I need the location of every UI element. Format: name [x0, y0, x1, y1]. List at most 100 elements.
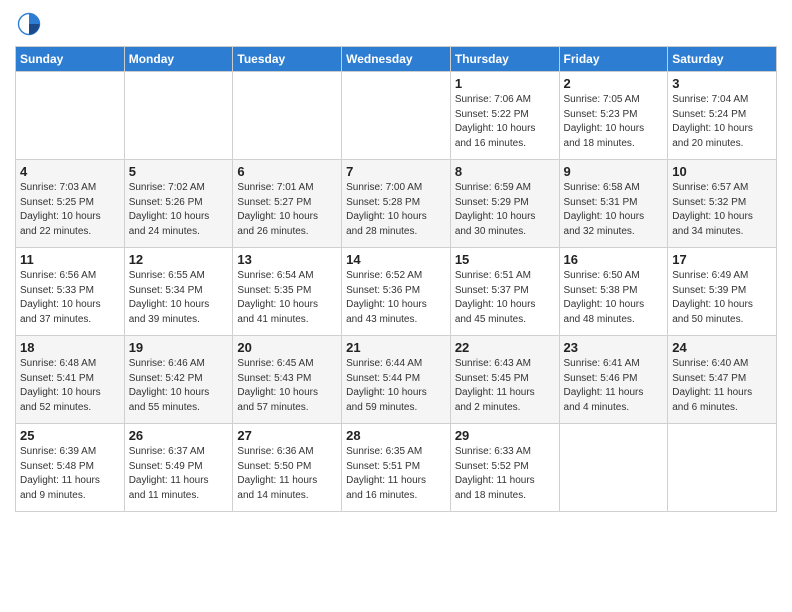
day-cell: 7 Sunrise: 7:00 AM Sunset: 5:28 PM Daylig… — [342, 160, 451, 248]
day-cell: 19 Sunrise: 6:46 AM Sunset: 5:42 PM Dayli… — [124, 336, 233, 424]
day-info: Sunrise: 7:05 AM Sunset: 5:23 PM Dayligh… — [564, 93, 664, 151]
day-number: 2 — [564, 76, 664, 91]
day-number: 19 — [129, 340, 229, 355]
header-cell-saturday: Saturday — [668, 47, 777, 72]
day-number: 25 — [20, 428, 120, 443]
calendar-body: 1 Sunrise: 7:06 AM Sunset: 5:22 PM Daylig… — [16, 72, 777, 512]
header-row: SundayMondayTuesdayWednesdayThursdayFrid… — [16, 47, 777, 72]
day-info: Sunrise: 6:45 AM Sunset: 5:43 PM Dayligh… — [237, 357, 337, 415]
day-number: 9 — [564, 164, 664, 179]
day-number: 22 — [455, 340, 555, 355]
calendar-table: SundayMondayTuesdayWednesdayThursdayFrid… — [15, 46, 777, 512]
day-info: Sunrise: 6:33 AM Sunset: 5:52 PM Dayligh… — [455, 445, 555, 503]
day-number: 14 — [346, 252, 446, 267]
day-cell: 27 Sunrise: 6:36 AM Sunset: 5:50 PM Dayli… — [233, 424, 342, 512]
header-cell-wednesday: Wednesday — [342, 47, 451, 72]
day-number: 5 — [129, 164, 229, 179]
day-number: 27 — [237, 428, 337, 443]
calendar-header: SundayMondayTuesdayWednesdayThursdayFrid… — [16, 47, 777, 72]
day-number: 29 — [455, 428, 555, 443]
day-number: 8 — [455, 164, 555, 179]
day-number: 3 — [672, 76, 772, 91]
header-cell-monday: Monday — [124, 47, 233, 72]
day-info: Sunrise: 6:44 AM Sunset: 5:44 PM Dayligh… — [346, 357, 446, 415]
day-cell — [124, 72, 233, 160]
day-number: 1 — [455, 76, 555, 91]
day-info: Sunrise: 6:35 AM Sunset: 5:51 PM Dayligh… — [346, 445, 446, 503]
day-cell — [233, 72, 342, 160]
day-cell: 18 Sunrise: 6:48 AM Sunset: 5:41 PM Dayli… — [16, 336, 125, 424]
day-cell — [559, 424, 668, 512]
day-cell: 20Sunrise: 6:45 AM Sunset: 5:43 PM Dayli… — [233, 336, 342, 424]
day-number: 24 — [672, 340, 772, 355]
day-info: Sunrise: 6:48 AM Sunset: 5:41 PM Dayligh… — [20, 357, 120, 415]
day-cell: 25 Sunrise: 6:39 AM Sunset: 5:48 PM Dayli… — [16, 424, 125, 512]
day-cell: 4 Sunrise: 7:03 AM Sunset: 5:25 PM Daylig… — [16, 160, 125, 248]
day-number: 7 — [346, 164, 446, 179]
day-cell: 17 Sunrise: 6:49 AM Sunset: 5:39 PM Dayli… — [668, 248, 777, 336]
day-cell: 24 Sunrise: 6:40 AM Sunset: 5:47 PM Dayli… — [668, 336, 777, 424]
day-number: 23 — [564, 340, 664, 355]
day-info: Sunrise: 6:59 AM Sunset: 5:29 PM Dayligh… — [455, 181, 555, 239]
day-info: Sunrise: 6:51 AM Sunset: 5:37 PM Dayligh… — [455, 269, 555, 327]
day-info: Sunrise: 6:49 AM Sunset: 5:39 PM Dayligh… — [672, 269, 772, 327]
day-number: 4 — [20, 164, 120, 179]
day-info: Sunrise: 7:00 AM Sunset: 5:28 PM Dayligh… — [346, 181, 446, 239]
day-cell: 9 Sunrise: 6:58 AM Sunset: 5:31 PM Daylig… — [559, 160, 668, 248]
day-number: 6 — [237, 164, 337, 179]
day-cell — [342, 72, 451, 160]
day-info: Sunrise: 6:46 AM Sunset: 5:42 PM Dayligh… — [129, 357, 229, 415]
day-cell: 14Sunrise: 6:52 AM Sunset: 5:36 PM Dayli… — [342, 248, 451, 336]
day-info: Sunrise: 7:04 AM Sunset: 5:24 PM Dayligh… — [672, 93, 772, 151]
header-cell-sunday: Sunday — [16, 47, 125, 72]
logo — [15, 10, 47, 38]
day-cell: 26 Sunrise: 6:37 AM Sunset: 5:49 PM Dayli… — [124, 424, 233, 512]
header — [15, 10, 777, 38]
day-info: Sunrise: 6:56 AM Sunset: 5:33 PM Dayligh… — [20, 269, 120, 327]
day-cell: 23 Sunrise: 6:41 AM Sunset: 5:46 PM Dayli… — [559, 336, 668, 424]
day-info: Sunrise: 6:58 AM Sunset: 5:31 PM Dayligh… — [564, 181, 664, 239]
day-cell — [668, 424, 777, 512]
day-number: 26 — [129, 428, 229, 443]
day-cell: 8 Sunrise: 6:59 AM Sunset: 5:29 PM Daylig… — [450, 160, 559, 248]
day-cell: 21 Sunrise: 6:44 AM Sunset: 5:44 PM Dayli… — [342, 336, 451, 424]
day-number: 12 — [129, 252, 229, 267]
header-cell-friday: Friday — [559, 47, 668, 72]
day-info: Sunrise: 6:43 AM Sunset: 5:45 PM Dayligh… — [455, 357, 555, 415]
day-number: 10 — [672, 164, 772, 179]
day-cell: 6 Sunrise: 7:01 AM Sunset: 5:27 PM Daylig… — [233, 160, 342, 248]
day-cell: 3 Sunrise: 7:04 AM Sunset: 5:24 PM Daylig… — [668, 72, 777, 160]
day-info: Sunrise: 7:03 AM Sunset: 5:25 PM Dayligh… — [20, 181, 120, 239]
day-info: Sunrise: 6:55 AM Sunset: 5:34 PM Dayligh… — [129, 269, 229, 327]
day-info: Sunrise: 6:41 AM Sunset: 5:46 PM Dayligh… — [564, 357, 664, 415]
day-number: 18 — [20, 340, 120, 355]
week-row-4: 25 Sunrise: 6:39 AM Sunset: 5:48 PM Dayli… — [16, 424, 777, 512]
header-cell-tuesday: Tuesday — [233, 47, 342, 72]
week-row-2: 11Sunrise: 6:56 AM Sunset: 5:33 PM Dayli… — [16, 248, 777, 336]
day-cell: 28 Sunrise: 6:35 AM Sunset: 5:51 PM Dayli… — [342, 424, 451, 512]
day-cell: 16Sunrise: 6:50 AM Sunset: 5:38 PM Dayli… — [559, 248, 668, 336]
day-info: Sunrise: 6:50 AM Sunset: 5:38 PM Dayligh… — [564, 269, 664, 327]
day-cell: 22 Sunrise: 6:43 AM Sunset: 5:45 PM Dayli… — [450, 336, 559, 424]
day-cell: 10Sunrise: 6:57 AM Sunset: 5:32 PM Dayli… — [668, 160, 777, 248]
day-cell: 5 Sunrise: 7:02 AM Sunset: 5:26 PM Daylig… — [124, 160, 233, 248]
day-cell: 15 Sunrise: 6:51 AM Sunset: 5:37 PM Dayli… — [450, 248, 559, 336]
day-cell — [16, 72, 125, 160]
day-number: 17 — [672, 252, 772, 267]
day-number: 28 — [346, 428, 446, 443]
day-number: 21 — [346, 340, 446, 355]
day-cell: 12 Sunrise: 6:55 AM Sunset: 5:34 PM Dayli… — [124, 248, 233, 336]
day-info: Sunrise: 7:02 AM Sunset: 5:26 PM Dayligh… — [129, 181, 229, 239]
day-info: Sunrise: 6:40 AM Sunset: 5:47 PM Dayligh… — [672, 357, 772, 415]
day-number: 15 — [455, 252, 555, 267]
day-info: Sunrise: 6:39 AM Sunset: 5:48 PM Dayligh… — [20, 445, 120, 503]
day-info: Sunrise: 7:06 AM Sunset: 5:22 PM Dayligh… — [455, 93, 555, 151]
logo-icon — [15, 10, 43, 38]
day-info: Sunrise: 7:01 AM Sunset: 5:27 PM Dayligh… — [237, 181, 337, 239]
week-row-1: 4 Sunrise: 7:03 AM Sunset: 5:25 PM Daylig… — [16, 160, 777, 248]
day-info: Sunrise: 6:54 AM Sunset: 5:35 PM Dayligh… — [237, 269, 337, 327]
day-cell: 1 Sunrise: 7:06 AM Sunset: 5:22 PM Daylig… — [450, 72, 559, 160]
day-cell: 13Sunrise: 6:54 AM Sunset: 5:35 PM Dayli… — [233, 248, 342, 336]
day-info: Sunrise: 6:37 AM Sunset: 5:49 PM Dayligh… — [129, 445, 229, 503]
day-info: Sunrise: 6:36 AM Sunset: 5:50 PM Dayligh… — [237, 445, 337, 503]
